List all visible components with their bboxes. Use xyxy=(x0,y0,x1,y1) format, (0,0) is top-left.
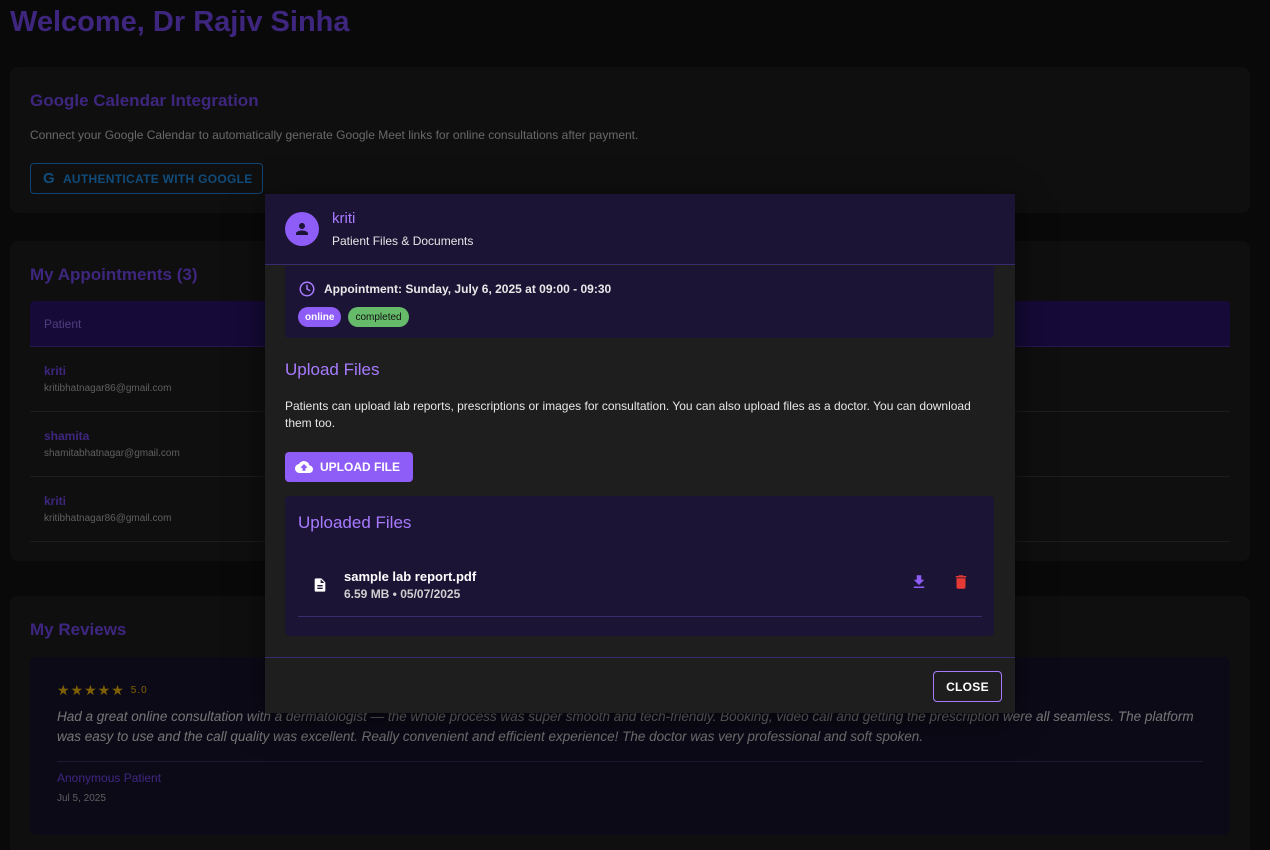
list-item: sample lab report.pdf 6.59 MB • 05/07/20… xyxy=(298,553,982,617)
mode-badge: online xyxy=(298,307,342,327)
delete-icon[interactable] xyxy=(952,573,970,596)
status-badge: completed xyxy=(348,307,409,327)
uploaded-files-panel: Uploaded Files sample lab report.pdf 6.5… xyxy=(285,496,994,636)
file-info: 6.59 MB • 05/07/2025 xyxy=(344,586,461,601)
person-icon xyxy=(296,223,308,235)
appointment-info: Appointment: Sunday, July 6, 2025 at 09:… xyxy=(285,266,994,338)
download-icon[interactable] xyxy=(910,573,928,596)
file-name: sample lab report.pdf xyxy=(344,568,477,584)
upload-file-label: UPLOAD FILE xyxy=(320,460,400,474)
appointment-datetime: Appointment: Sunday, July 6, 2025 at 09:… xyxy=(324,282,612,296)
dialog-header: kriti Patient Files & Documents xyxy=(265,194,1015,265)
upload-section-title: Upload Files xyxy=(285,360,380,379)
upload-file-button[interactable]: UPLOAD FILE xyxy=(285,452,413,482)
dialog-subtitle: Patient Files & Documents xyxy=(332,234,474,248)
clock-icon xyxy=(299,281,315,297)
cloud-upload-icon xyxy=(295,461,313,473)
patient-files-dialog: kriti Patient Files & Documents Appointm… xyxy=(265,194,1015,713)
dialog-footer: CLOSE xyxy=(265,657,1015,713)
dialog-patient-name: kriti xyxy=(332,210,356,227)
uploaded-files-title: Uploaded Files xyxy=(298,513,412,532)
close-button[interactable]: CLOSE xyxy=(933,671,1002,702)
document-icon xyxy=(312,576,330,594)
upload-description: Patients can upload lab reports, prescri… xyxy=(285,399,971,430)
avatar xyxy=(285,212,319,246)
